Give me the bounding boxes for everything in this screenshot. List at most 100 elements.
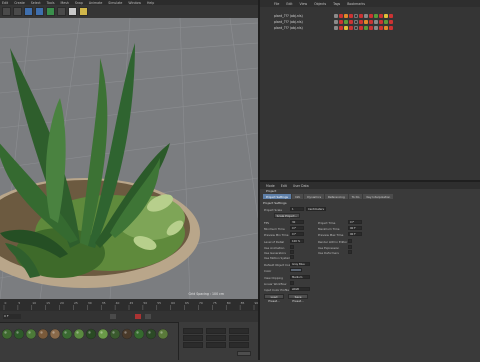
material-thumbnail[interactable] — [13, 328, 25, 340]
timeline-tick-label: 65 — [185, 301, 189, 305]
attribute-tab[interactable]: Referencing — [325, 194, 348, 199]
timeline-tick-label: 60 — [171, 301, 175, 305]
menu-item[interactable]: Select — [31, 1, 41, 5]
pos-x-field[interactable] — [183, 328, 203, 334]
rotate-icon[interactable] — [57, 7, 66, 16]
material-thumbnail[interactable] — [85, 328, 97, 340]
material-thumbnail[interactable] — [37, 328, 49, 340]
om-menu-item[interactable]: Bookmarks — [347, 2, 365, 6]
scale-project-button[interactable]: Scale Project... — [274, 213, 300, 218]
render-view-icon[interactable] — [68, 7, 77, 16]
om-menu-item[interactable]: Tags — [333, 2, 340, 6]
default-color-dropdown[interactable]: Gray Blue — [290, 262, 310, 266]
material-thumbnail[interactable] — [145, 328, 157, 340]
menu-item[interactable]: Help — [147, 1, 154, 5]
use-motion-checkbox[interactable] — [290, 255, 294, 259]
min-time-field[interactable]: 0 F — [290, 226, 304, 230]
material-thumbnails — [1, 328, 169, 340]
am-menu-item[interactable]: Mode — [266, 184, 275, 188]
load-preset-button[interactable]: Load Preset... — [264, 294, 284, 303]
menu-item[interactable]: Animate — [89, 1, 102, 5]
material-thumbnail[interactable] — [61, 328, 73, 340]
size-y-field[interactable] — [206, 335, 226, 341]
timeline-tick-label: 15 — [46, 301, 50, 305]
fps-field[interactable]: 30 — [290, 220, 304, 224]
timeline-tick-label: 40 — [116, 301, 120, 305]
use-generators-label: Use Generators — [264, 251, 286, 255]
render-settings-icon[interactable] — [79, 7, 88, 16]
material-thumbnail[interactable] — [133, 328, 145, 340]
timeline-ruler[interactable]: 0 5 10 15 20 25 30 35 40 45 50 55 60 65 70 75 80 85 90 — [0, 299, 258, 311]
main-toolbar — [0, 5, 258, 18]
om-menu-item[interactable]: File — [274, 2, 279, 6]
pos-y-field[interactable] — [183, 335, 203, 341]
attribute-tab[interactable]: To Do — [348, 194, 363, 199]
use-animation-checkbox[interactable] — [290, 245, 294, 249]
current-frame-field[interactable]: 0 F — [3, 314, 21, 319]
size-x-field[interactable] — [206, 328, 226, 334]
redo-icon[interactable] — [13, 7, 22, 16]
use-deformers-checkbox[interactable] — [348, 250, 352, 254]
material-highlight — [148, 331, 151, 334]
live-select-icon[interactable] — [24, 7, 33, 16]
menu-item[interactable]: Snap — [75, 1, 83, 5]
material-thumbnail[interactable] — [109, 328, 121, 340]
play-button[interactable] — [110, 314, 116, 319]
use-expression-checkbox[interactable] — [348, 245, 352, 249]
lod-field[interactable]: 100 % — [290, 239, 304, 243]
am-menu-item[interactable]: Edit — [281, 184, 287, 188]
viewport-3d[interactable]: Grid Spacing : 100 cm — [0, 18, 258, 299]
om-menu-item[interactable]: Edit — [286, 2, 292, 6]
undo-icon[interactable] — [2, 7, 11, 16]
material-thumbnail[interactable] — [121, 328, 133, 340]
material-thumbnail[interactable] — [157, 328, 169, 340]
render-lod-checkbox[interactable] — [348, 239, 352, 243]
record-button[interactable] — [135, 314, 141, 319]
object-row[interactable]: plant_??? (obj.nls) — [260, 25, 480, 31]
grid-spacing-label: Grid Spacing : 100 cm — [188, 292, 224, 296]
project-scale-unit[interactable]: Centimeters — [306, 207, 326, 211]
attribute-tab[interactable]: Dynamics — [304, 194, 325, 199]
material-thumbnail[interactable] — [1, 328, 13, 340]
input-color-dropdown[interactable]: sRGB — [290, 287, 310, 291]
om-menu-item[interactable]: Objects — [314, 2, 326, 6]
rot-b-field[interactable] — [229, 342, 249, 348]
material-thumbnail[interactable] — [25, 328, 37, 340]
menu-item[interactable]: Create — [14, 1, 25, 5]
move-icon[interactable] — [35, 7, 44, 16]
attribute-tab[interactable]: Project Settings — [263, 194, 291, 199]
timeline-tick-label: 75 — [213, 301, 217, 305]
material-thumbnail[interactable] — [73, 328, 85, 340]
color-swatch[interactable] — [290, 268, 302, 272]
scale-icon[interactable] — [46, 7, 55, 16]
menu-item[interactable]: Tools — [47, 1, 55, 5]
om-menu-item[interactable]: View — [300, 2, 308, 6]
max-time-field[interactable]: 90 F — [348, 226, 362, 230]
preview-min-field[interactable]: 0 F — [290, 232, 304, 236]
use-generators-checkbox[interactable] — [290, 250, 294, 254]
preview-max-field[interactable]: 90 F — [348, 232, 362, 236]
menu-item[interactable]: Window — [128, 1, 141, 5]
save-preset-button[interactable]: Save Preset... — [288, 294, 308, 303]
render-lod-label: Render LOD in Editor — [318, 240, 348, 244]
object-name: plant_??? (obj.nls) — [274, 20, 303, 24]
pos-z-field[interactable] — [183, 342, 203, 348]
keyframe-button[interactable] — [145, 314, 151, 319]
size-z-field[interactable] — [206, 342, 226, 348]
view-clipping-dropdown[interactable]: Medium — [290, 275, 310, 279]
menu-item[interactable]: Mesh — [60, 1, 68, 5]
am-menu-item[interactable]: User Data — [293, 184, 309, 188]
timeline-tick-label: 25 — [74, 301, 78, 305]
material-thumbnail[interactable] — [97, 328, 109, 340]
menu-item[interactable]: Simulate — [108, 1, 122, 5]
attribute-tab[interactable]: Key Interpolation — [363, 194, 394, 199]
project-time-field[interactable]: 0 F — [348, 220, 362, 224]
attribute-tab[interactable]: Info — [291, 194, 304, 199]
rot-p-field[interactable] — [229, 335, 249, 341]
material-thumbnail[interactable] — [49, 328, 61, 340]
apply-button[interactable] — [237, 351, 251, 356]
rot-h-field[interactable] — [229, 328, 249, 334]
menu-item[interactable]: Edit — [2, 1, 8, 5]
project-scale-field[interactable]: 1 — [290, 207, 304, 211]
linear-workflow-checkbox[interactable] — [290, 281, 294, 285]
